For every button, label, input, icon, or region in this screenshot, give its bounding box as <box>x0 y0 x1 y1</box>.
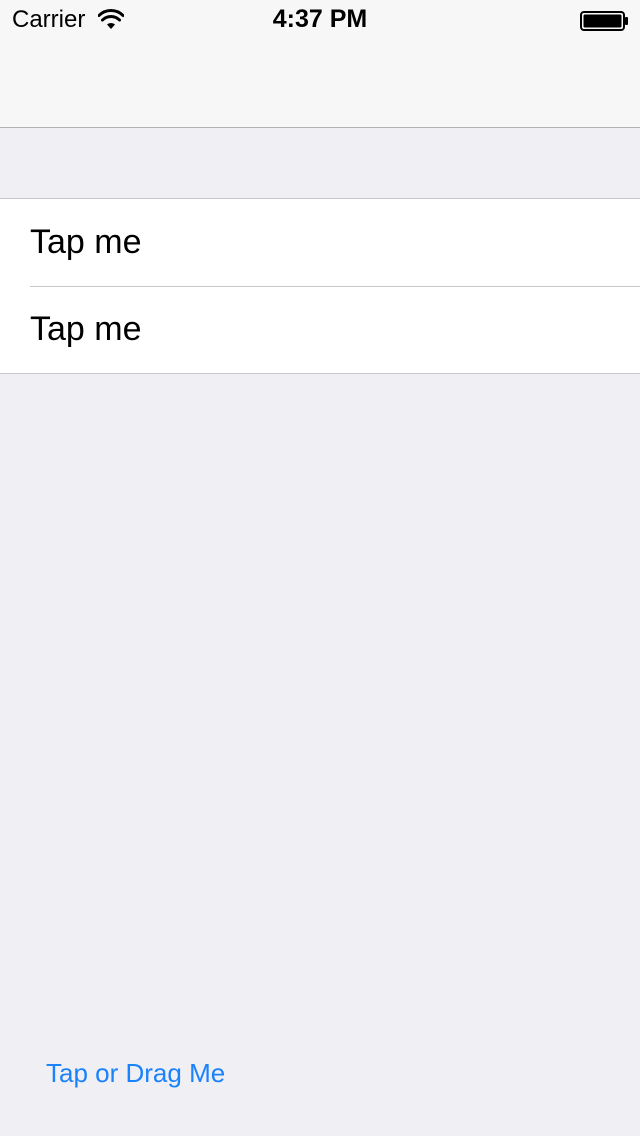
row-label: Tap me <box>30 223 142 261</box>
app-screen: Carrier 4:37 PM Tap me Tap me Tap or Dra… <box>0 0 640 1136</box>
battery-icon <box>580 11 628 31</box>
status-time: 4:37 PM <box>272 5 368 33</box>
row-label: Tap me <box>30 310 142 348</box>
tap-or-drag-button[interactable]: Tap or Drag Me <box>46 1058 225 1089</box>
table-row-tap-me-1[interactable]: Tap me <box>0 199 640 286</box>
status-bar: Carrier 4:37 PM <box>0 0 640 40</box>
table-view: Tap me Tap me <box>0 198 640 374</box>
table-row-tap-me-2[interactable]: Tap me <box>0 286 640 373</box>
navigation-bar: Carrier 4:37 PM <box>0 0 640 128</box>
